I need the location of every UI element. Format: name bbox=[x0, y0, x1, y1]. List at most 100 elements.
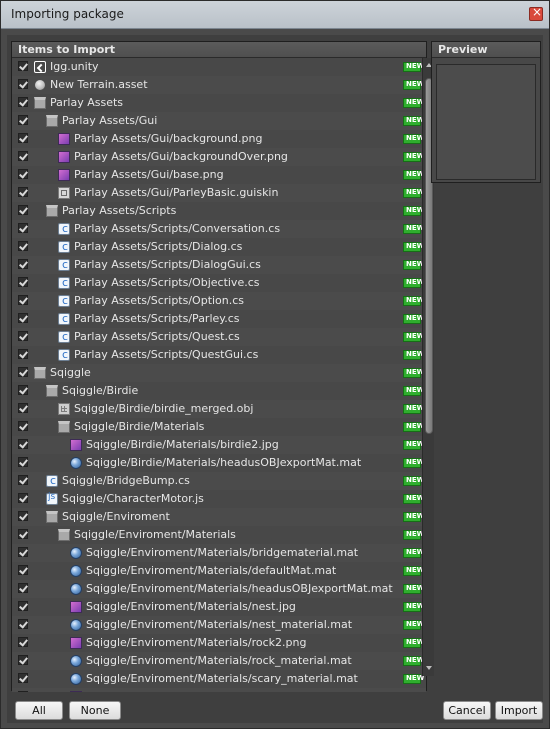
list-item[interactable]: Sqiggle/Birdie/birdie_merged.obj NEW bbox=[12, 400, 426, 418]
list-item[interactable]: New Terrain.asset NEW bbox=[12, 76, 426, 94]
item-checkbox[interactable] bbox=[18, 187, 28, 197]
item-checkbox[interactable] bbox=[18, 475, 28, 485]
list-item[interactable]: Sqiggle/Enviroment/Materials/rock2.png NE… bbox=[12, 634, 426, 652]
material-icon bbox=[70, 673, 82, 685]
item-checkbox[interactable] bbox=[18, 151, 28, 161]
item-checkbox[interactable] bbox=[18, 223, 28, 233]
item-checkbox[interactable] bbox=[18, 295, 28, 305]
list-item[interactable]: Parlay Assets/Scripts/Quest.cs NEW bbox=[12, 328, 426, 346]
new-badge: NEW bbox=[403, 206, 424, 216]
item-checkbox[interactable] bbox=[18, 583, 28, 593]
item-label: Sqiggle/Enviroment/Materials/rock2.png bbox=[86, 636, 307, 649]
item-checkbox[interactable] bbox=[18, 385, 28, 395]
item-label: Parlay Assets/Scripts/QuestGui.cs bbox=[74, 348, 259, 361]
list-item[interactable]: Sqiggle/BridgeBump.cs NEW bbox=[12, 472, 426, 490]
item-checkbox[interactable] bbox=[18, 97, 28, 107]
import-button[interactable]: Import bbox=[495, 701, 543, 720]
item-checkbox[interactable] bbox=[18, 115, 28, 125]
select-all-button[interactable]: All bbox=[15, 701, 63, 720]
item-checkbox[interactable] bbox=[18, 439, 28, 449]
list-item[interactable]: Sqiggle/Birdie/Materials NEW bbox=[12, 418, 426, 436]
list-item[interactable]: Parlay Assets/Scripts/DialogGui.cs NEW bbox=[12, 256, 426, 274]
item-checkbox[interactable] bbox=[18, 169, 28, 179]
item-checkbox[interactable] bbox=[18, 241, 28, 251]
javascript-icon bbox=[46, 492, 58, 505]
item-checkbox[interactable] bbox=[18, 655, 28, 665]
list-item[interactable]: Sqiggle/Enviroment/Materials/defaultMat.… bbox=[12, 562, 426, 580]
list-item[interactable]: Parlay Assets/Gui/ParleyBasic.guiskin NEW bbox=[12, 184, 426, 202]
item-checkbox[interactable] bbox=[18, 79, 28, 89]
list-item[interactable]: Sqiggle/Enviroment NEW bbox=[12, 508, 426, 526]
list-item[interactable]: Parlay Assets/Scripts/Conversation.cs NEW bbox=[12, 220, 426, 238]
list-item[interactable]: Sqiggle/Enviroment/Materials/bridgemater… bbox=[12, 544, 426, 562]
item-checkbox[interactable] bbox=[18, 547, 28, 557]
item-checkbox[interactable] bbox=[18, 259, 28, 269]
list-item[interactable]: Igg.unity NEW bbox=[12, 58, 426, 76]
item-label: Sqiggle/Birdie/Materials bbox=[74, 420, 205, 433]
list-item[interactable]: Sqiggle/Enviroment/Materials NEW bbox=[12, 526, 426, 544]
list-item[interactable]: Parlay Assets/Gui NEW bbox=[12, 112, 426, 130]
item-checkbox[interactable] bbox=[18, 565, 28, 575]
folder-icon bbox=[46, 511, 58, 523]
item-label: Parlay Assets/Gui/backgroundOver.png bbox=[74, 150, 288, 163]
item-checkbox[interactable] bbox=[18, 619, 28, 629]
list-item[interactable]: Parlay Assets/Gui/base.png NEW bbox=[12, 166, 426, 184]
item-checkbox[interactable] bbox=[18, 457, 28, 467]
item-checkbox[interactable] bbox=[18, 691, 28, 692]
image-icon bbox=[58, 133, 70, 145]
item-label: Parlay Assets/Scripts bbox=[62, 204, 177, 217]
item-checkbox[interactable] bbox=[18, 529, 28, 539]
item-checkbox[interactable] bbox=[18, 493, 28, 503]
list-item[interactable]: Sqiggle/Birdie NEW bbox=[12, 382, 426, 400]
list-item[interactable]: Parlay Assets/Gui/backgroundOver.png NEW bbox=[12, 148, 426, 166]
item-checkbox[interactable] bbox=[18, 331, 28, 341]
list-item[interactable]: Sqiggle/Birdie/Materials/headusOBJexport… bbox=[12, 454, 426, 472]
item-checkbox[interactable] bbox=[18, 313, 28, 323]
item-checkbox[interactable] bbox=[18, 421, 28, 431]
item-label: Sqiggle/Enviroment/Materials/nest_materi… bbox=[86, 618, 353, 631]
list-item[interactable]: Sqiggle/Enviroment/Materials/nest.jpg NEW bbox=[12, 598, 426, 616]
item-checkbox[interactable] bbox=[18, 367, 28, 377]
list-item[interactable]: Parlay Assets/Gui/background.png NEW bbox=[12, 130, 426, 148]
item-checkbox[interactable] bbox=[18, 511, 28, 521]
list-item[interactable]: Sqiggle/Enviroment/Materials/headusOBJex… bbox=[12, 580, 426, 598]
item-checkbox[interactable] bbox=[18, 61, 28, 71]
list-item[interactable]: Sqiggle/Enviroment/Materials/scary_mater… bbox=[12, 670, 426, 688]
list-item[interactable]: Sqiggle/CharacterMotor.js NEW bbox=[12, 490, 426, 508]
list-item[interactable]: Parlay Assets/Scripts/Dialog.cs NEW bbox=[12, 238, 426, 256]
item-label: Parlay Assets/Gui/background.png bbox=[74, 132, 263, 145]
new-badge: NEW bbox=[403, 638, 424, 648]
close-icon[interactable] bbox=[529, 5, 543, 21]
list-item[interactable]: Parlay Assets/Scripts/Option.cs NEW bbox=[12, 292, 426, 310]
list-item[interactable]: Parlay Assets/Scripts NEW bbox=[12, 202, 426, 220]
item-checkbox[interactable] bbox=[18, 403, 28, 413]
list-item[interactable]: Sqiggle NEW bbox=[12, 364, 426, 382]
item-label: Sqiggle/Enviroment/Materials bbox=[74, 528, 236, 541]
item-checkbox[interactable] bbox=[18, 673, 28, 683]
image-icon bbox=[70, 637, 82, 649]
item-checkbox[interactable] bbox=[18, 601, 28, 611]
item-checkbox[interactable] bbox=[18, 349, 28, 359]
item-checkbox[interactable] bbox=[18, 133, 28, 143]
list-item[interactable]: Parlay Assets NEW bbox=[12, 94, 426, 112]
list-item[interactable]: Parlay Assets/Scripts/QuestGui.cs NEW bbox=[12, 346, 426, 364]
item-checkbox[interactable] bbox=[18, 637, 28, 647]
item-checkbox[interactable] bbox=[18, 205, 28, 215]
item-label: Sqiggle/Enviroment/Materials/headusOBJex… bbox=[86, 582, 393, 595]
list-item[interactable]: Parlay Assets/Scripts/Objective.cs NEW bbox=[12, 274, 426, 292]
list-item[interactable]: Sqiggle/Enviroment/Materials/nest_materi… bbox=[12, 616, 426, 634]
scroll-down-arrow-icon[interactable] bbox=[423, 662, 435, 676]
cancel-button[interactable]: Cancel bbox=[443, 701, 491, 720]
list-item[interactable]: Sqiggle/Enviroment/Materials/scary_tree.… bbox=[12, 688, 426, 692]
select-none-button[interactable]: None bbox=[69, 701, 121, 720]
folder-icon bbox=[58, 529, 70, 541]
item-checkbox[interactable] bbox=[18, 277, 28, 287]
list-item[interactable]: Parlay Assets/Scripts/Parley.cs NEW bbox=[12, 310, 426, 328]
new-badge: NEW bbox=[403, 224, 424, 234]
item-label: Parlay Assets/Scripts/Quest.cs bbox=[74, 330, 240, 343]
new-badge: NEW bbox=[403, 80, 424, 90]
list-item[interactable]: Sqiggle/Enviroment/Materials/rock_materi… bbox=[12, 652, 426, 670]
new-badge: NEW bbox=[403, 278, 424, 288]
new-badge: NEW bbox=[403, 134, 424, 144]
list-item[interactable]: Sqiggle/Birdie/Materials/birdie2.jpg NEW bbox=[12, 436, 426, 454]
